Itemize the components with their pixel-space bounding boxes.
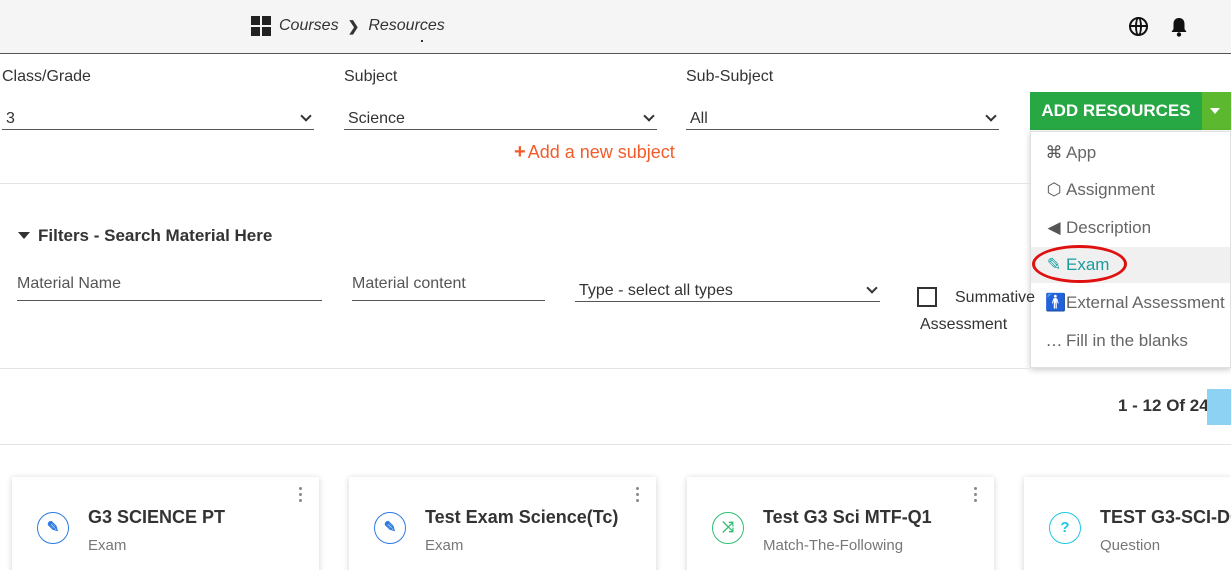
type-select[interactable]: Type - select all types [575, 276, 880, 302]
summative-checkbox[interactable] [917, 287, 937, 307]
add-subject-link[interactable]: + Add a new subject [514, 141, 675, 164]
menu-item-label: Assignment [1066, 180, 1155, 199]
resource-card[interactable]: ? TEST G3-SCI-DC Question [1024, 477, 1231, 570]
grade-value: 3 [6, 110, 15, 127]
menu-item-label: Description [1066, 218, 1152, 237]
card-type: Exam [88, 537, 127, 554]
grid-icon[interactable] [251, 16, 271, 36]
edit-icon: ✎ [37, 512, 69, 544]
codepen-icon: ⬡ [1046, 180, 1062, 199]
child-icon: 🚹 [1045, 293, 1067, 312]
joomla-icon: ⌘ [1045, 143, 1063, 162]
card-title: G3 SCIENCE PT [88, 507, 226, 527]
material-content-input[interactable]: Material content [352, 275, 545, 301]
subsubject-value: All [690, 110, 708, 127]
breadcrumb-dot [421, 40, 423, 42]
divider [0, 444, 1231, 445]
chevron-right-icon: ❯ [347, 17, 360, 34]
summative-label-line2: Assessment [920, 316, 1008, 333]
filters-title-text: Filters - Search Material Here [38, 226, 273, 245]
menu-item-description[interactable]: ◀ Description [1031, 210, 1230, 246]
pagination-text: 1 - 12 Of 24 [1118, 396, 1209, 415]
bell-icon[interactable] [1169, 16, 1189, 38]
subsubject-label: Sub-Subject [686, 68, 774, 85]
card-title: Test Exam Science(Tc) [425, 507, 619, 527]
bullhorn-icon: ◀ [1047, 218, 1061, 237]
resource-card[interactable]: ✎ G3 SCIENCE PT Exam [12, 477, 319, 570]
menu-item-label: App [1066, 143, 1097, 162]
more-icon[interactable] [974, 487, 978, 505]
menu-item-assignment[interactable]: ⬡ Assignment [1031, 172, 1230, 208]
more-icon[interactable] [636, 487, 640, 505]
grade-label: Class/Grade [2, 68, 91, 85]
grade-select[interactable]: 3 [2, 104, 314, 130]
question-icon: ? [1049, 512, 1081, 544]
caret-down-icon[interactable] [1202, 92, 1231, 130]
card-type: Match-The-Following [763, 537, 904, 554]
plus-icon: + [514, 141, 526, 163]
resource-card[interactable]: ⤨ Test G3 Sci MTF-Q1 Match-The-Following [687, 477, 994, 570]
subject-value: Science [348, 110, 405, 127]
card-type: Question [1100, 537, 1161, 554]
menu-item-app[interactable]: ⌘ App [1031, 135, 1230, 171]
add-subject-label: Add a new subject [527, 142, 675, 162]
top-bar: Courses ❯ Resources [0, 0, 1231, 54]
breadcrumb-resources: Resources [368, 17, 445, 34]
material-content-placeholder: Material content [352, 275, 466, 292]
highlight-oval [1032, 245, 1127, 283]
menu-item-external-assessment[interactable]: 🚹External Assessment [1031, 285, 1230, 321]
subject-select[interactable]: Science [344, 104, 657, 130]
type-value: Type - select all types [579, 282, 733, 299]
breadcrumb: Courses ❯ Resources [251, 16, 445, 36]
chevron-down-icon [300, 110, 312, 122]
shuffle-icon: ⤨ [712, 512, 744, 544]
filter-icon [18, 232, 30, 239]
menu-item-label: External Assessment [1066, 293, 1225, 312]
card-title: Test G3 Sci MTF-Q1 [763, 507, 932, 527]
chevron-down-icon [643, 110, 655, 122]
divider [0, 183, 1030, 184]
edit-icon: ✎ [374, 512, 406, 544]
breadcrumb-courses[interactable]: Courses [279, 17, 339, 35]
more-icon[interactable] [299, 487, 303, 505]
subject-label: Subject [344, 68, 398, 85]
chevron-down-icon [866, 282, 878, 294]
chevron-down-icon [985, 110, 997, 122]
add-resources-button[interactable]: ADD RESOURCES [1030, 92, 1202, 130]
ellipsis-icon: … [1045, 331, 1063, 350]
globe-icon[interactable] [1129, 17, 1148, 36]
card-title: TEST G3-SCI-DC [1100, 507, 1231, 527]
menu-item-fill-in-the-blanks[interactable]: … Fill in the blanks [1031, 323, 1230, 359]
filters-title: Filters - Search Material Here [18, 226, 272, 246]
card-type: Exam [425, 537, 464, 554]
summative-label: Summative [955, 289, 1036, 306]
subsubject-select[interactable]: All [686, 104, 999, 130]
material-name-input[interactable]: Material Name [17, 275, 322, 301]
resource-card[interactable]: ✎ Test Exam Science(Tc) Exam [349, 477, 656, 570]
menu-item-label: Fill in the blanks [1066, 331, 1188, 350]
divider [0, 368, 1030, 369]
pagination-button[interactable] [1207, 389, 1231, 425]
material-name-placeholder: Material Name [17, 275, 122, 292]
